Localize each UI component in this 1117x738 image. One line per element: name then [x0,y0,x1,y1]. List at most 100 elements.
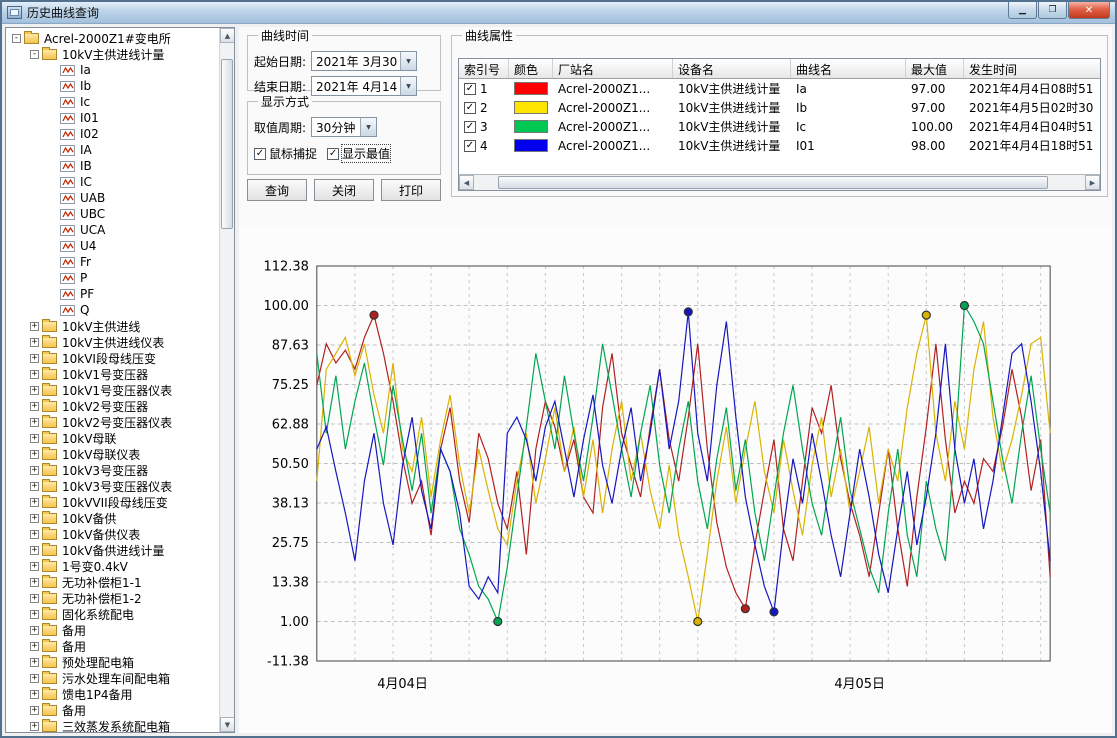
column-header[interactable]: 曲线名 [791,59,906,78]
tree-item[interactable]: +无功补偿柜1-2 [6,590,219,606]
expand-icon[interactable]: + [30,322,39,331]
tree-item[interactable]: Q [6,302,219,318]
tree-item[interactable]: +10kV主供进线仪表 [6,334,219,350]
expand-icon[interactable]: + [30,530,39,539]
tree-item[interactable]: +10kV2号变压器 [6,398,219,414]
tree-item[interactable]: +10kV母联 [6,430,219,446]
tree-item[interactable]: +10kV备供 [6,510,219,526]
chevron-down-icon[interactable]: ▼ [360,118,376,136]
tree-item[interactable]: +10kVI段母线压变 [6,350,219,366]
table-row[interactable]: ✓4Acrel-2000Z1...10kV主供进线计量I0198.002021年… [459,136,1100,155]
column-header[interactable]: 索引号 [459,59,509,78]
scroll-right-icon[interactable]: ▶ [1085,175,1100,190]
tree-item[interactable]: +10kVVII段母线压变 [6,494,219,510]
expand-icon[interactable]: + [30,450,39,459]
history-chart[interactable]: 112.38100.0087.6375.2562.8850.5038.1325.… [239,227,1112,733]
expand-icon[interactable]: + [30,642,39,651]
tree-item[interactable]: U4 [6,238,219,254]
column-header[interactable]: 发生时间 [964,59,1101,78]
row-checkbox[interactable]: ✓ [464,102,476,114]
tree-item[interactable]: +备用 [6,622,219,638]
tree-item[interactable]: +10kV2号变压器仪表 [6,414,219,430]
scroll-left-icon[interactable]: ◀ [459,175,474,190]
tree-item[interactable]: +预处理配电箱 [6,654,219,670]
expand-icon[interactable]: + [30,706,39,715]
table-row[interactable]: ✓3Acrel-2000Z1...10kV主供进线计量Ic100.002021年… [459,117,1100,136]
tree-item[interactable]: +10kV3号变压器仪表 [6,478,219,494]
query-button[interactable]: 查询 [247,179,307,201]
collapse-icon[interactable]: - [12,34,21,43]
period-select[interactable]: 30分钟 ▼ [311,117,377,137]
tree-item[interactable]: Ic [6,94,219,110]
checkbox-icon[interactable]: ✓ [327,148,339,160]
tree-vertical-scrollbar[interactable]: ▲ ▼ [219,28,234,732]
expand-icon[interactable]: + [30,594,39,603]
tree-item[interactable]: Fr [6,254,219,270]
maximize-button[interactable]: ❐ [1038,2,1067,19]
tree-item[interactable]: P [6,270,219,286]
column-header[interactable]: 颜色 [509,59,553,78]
tree-item[interactable]: +10kV主供进线 [6,318,219,334]
print-button[interactable]: 打印 [381,179,441,201]
tree-item[interactable]: +10kV母联仪表 [6,446,219,462]
column-header[interactable]: 最大值 [906,59,964,78]
scroll-thumb[interactable] [221,59,233,229]
show-extremes-checkbox[interactable]: ✓ 显示最值 [327,145,390,162]
tree-item[interactable]: +固化系统配电 [6,606,219,622]
tree-item[interactable]: -Acrel-2000Z1#变电所 [6,30,219,46]
expand-icon[interactable]: + [30,578,39,587]
scroll-up-icon[interactable]: ▲ [220,28,235,43]
tree-item[interactable]: +备用 [6,638,219,654]
expand-icon[interactable]: + [30,434,39,443]
tree-item[interactable]: +10kV备供仪表 [6,526,219,542]
tree-item[interactable]: +10kV1号变压器 [6,366,219,382]
scroll-track[interactable] [474,175,1085,190]
expand-icon[interactable]: + [30,338,39,347]
tree-item[interactable]: IB [6,158,219,174]
close-button[interactable]: ✕ [1068,2,1110,19]
tree-item[interactable]: +10kV3号变压器 [6,462,219,478]
tree-item[interactable]: PF [6,286,219,302]
expand-icon[interactable]: + [30,370,39,379]
row-checkbox[interactable]: ✓ [464,121,476,133]
start-date-picker[interactable]: 2021年 3月30 ▼ [311,51,417,71]
tree-item[interactable]: +无功补偿柜1-1 [6,574,219,590]
expand-icon[interactable]: + [30,546,39,555]
expand-icon[interactable]: + [30,482,39,491]
mouse-capture-checkbox[interactable]: ✓ 鼠标捕捉 [254,145,317,162]
tree-item[interactable]: Ib [6,78,219,94]
tree-item[interactable]: UBC [6,206,219,222]
expand-icon[interactable]: + [30,562,39,571]
tree-item[interactable]: I01 [6,110,219,126]
expand-icon[interactable]: + [30,354,39,363]
tree-item[interactable]: -10kV主供进线计量 [6,46,219,62]
titlebar[interactable]: 历史曲线查询 ▁ ❐ ✕ [2,2,1115,24]
expand-icon[interactable]: + [30,386,39,395]
scroll-down-icon[interactable]: ▼ [220,717,235,732]
expand-icon[interactable]: + [30,402,39,411]
scroll-track[interactable] [220,43,234,717]
expand-icon[interactable]: + [30,690,39,699]
expand-icon[interactable]: + [30,514,39,523]
row-checkbox[interactable]: ✓ [464,83,476,95]
tree-item[interactable]: UAB [6,190,219,206]
tree-item[interactable]: +备用 [6,702,219,718]
chevron-down-icon[interactable]: ▼ [400,52,416,70]
tree-item[interactable]: +污水处理车间配电箱 [6,670,219,686]
collapse-icon[interactable]: - [30,50,39,59]
tree-item[interactable]: +10kV1号变压器仪表 [6,382,219,398]
expand-icon[interactable]: + [30,466,39,475]
row-checkbox[interactable]: ✓ [464,140,476,152]
expand-icon[interactable]: + [30,418,39,427]
expand-icon[interactable]: + [30,722,39,731]
expand-icon[interactable]: + [30,610,39,619]
tree-item[interactable]: +10kV备供进线计量 [6,542,219,558]
close-dialog-button[interactable]: 关闭 [314,179,374,201]
table-row[interactable]: ✓2Acrel-2000Z1...10kV主供进线计量Ib97.002021年4… [459,98,1100,117]
tree-item[interactable]: +1号变0.4kV [6,558,219,574]
minimize-button[interactable]: ▁ [1008,2,1037,19]
curve-list-hscrollbar[interactable]: ◀ ▶ [459,174,1100,190]
tree-item[interactable]: +三效蒸发系统配电箱 [6,718,219,732]
column-header[interactable]: 设备名 [673,59,791,78]
table-row[interactable]: ✓1Acrel-2000Z1...10kV主供进线计量Ia97.002021年4… [459,79,1100,98]
